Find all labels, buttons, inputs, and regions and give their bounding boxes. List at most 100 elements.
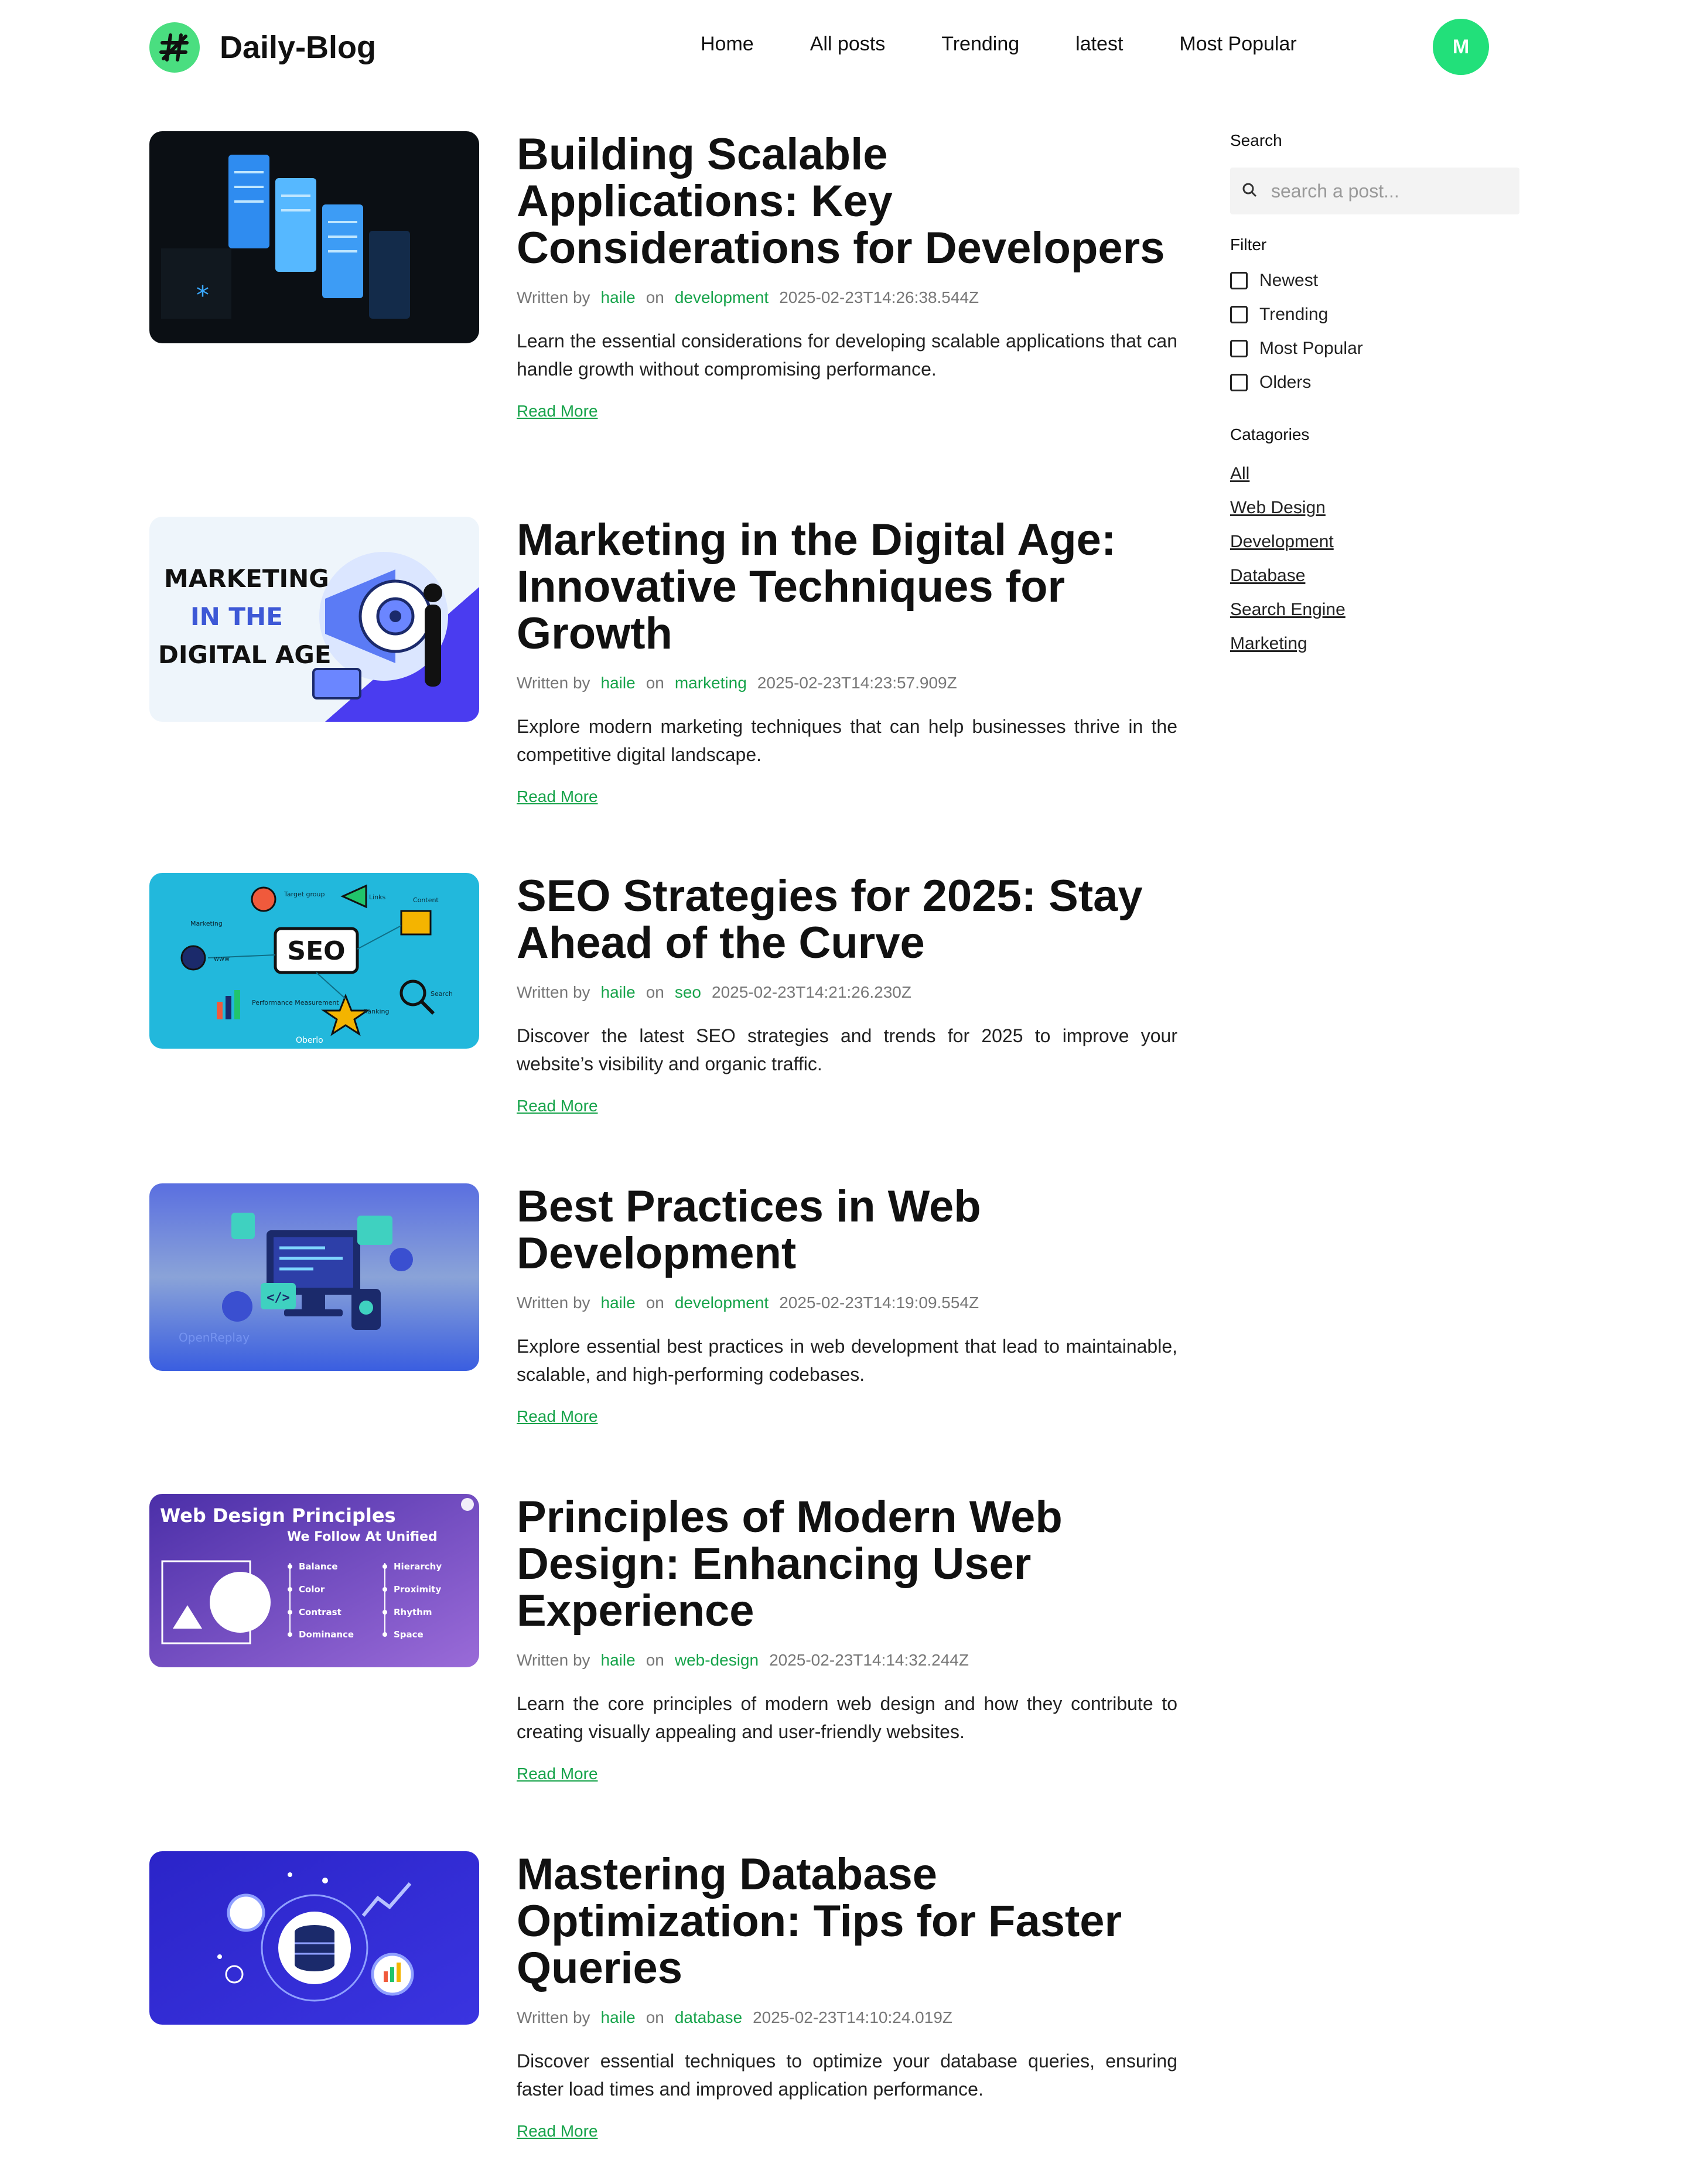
filter-label-text: Olders [1259,373,1312,392]
post-meta: Written by haile on seo 2025-02-23T14:21:26.… [517,983,1177,1002]
on-label: on [646,1651,664,1669]
thumb-text: Rhythm [394,1607,432,1617]
post-thumbnail-database[interactable] [149,1851,479,2025]
filter-label-text: Trending [1259,305,1329,324]
thumb-text: Performance Measurement [252,999,339,1006]
category-marketing[interactable]: Marketing [1230,634,1519,654]
brand-logo[interactable]: Daily-Blog [149,22,376,73]
post-category[interactable]: seo [675,983,701,1001]
post-meta: Written by haile on development 2025-02-23T1… [517,1294,1177,1312]
read-more-link[interactable]: Read More [517,2122,598,2141]
brand-name: Daily-Blog [220,30,377,65]
categories-label: Catagories [1230,425,1310,443]
post-title[interactable]: Marketing in the Digital Age: Innovative… [517,517,1177,657]
nav-home[interactable]: Home [701,33,754,56]
thumb-text: MARKETING [164,564,329,593]
post-thumbnail-webdev[interactable]: </> OpenReplay [149,1183,479,1371]
post-thumbnail-servers[interactable]: * [149,131,479,343]
post-thumbnail-marketing[interactable]: MARKETING IN THE DIGITAL AGE [149,517,479,722]
category-search-engine[interactable]: Search Engine [1230,600,1519,620]
main-nav: Home All posts Trending latest Most Popu… [701,33,1297,56]
nav-all-posts[interactable]: All posts [810,33,886,56]
post-excerpt: Explore essential best practices in web … [517,1336,1177,1385]
post-title[interactable]: Principles of Modern Web Design: Enhanci… [517,1494,1177,1634]
post-meta: Written by haile on marketing 2025-02-23T14:… [517,674,1177,692]
post-category[interactable]: database [675,2008,742,2026]
post-title[interactable]: Mastering Database Optimization: Tips fo… [517,1851,1177,1992]
post-author[interactable]: haile [601,674,636,692]
post-category[interactable]: development [675,1294,769,1312]
filter-label-text: Most Popular [1259,339,1363,358]
post-body: Building Scalable Applications: Key Cons… [517,131,1177,421]
filter-label: Filter [1230,236,1267,254]
post-title[interactable]: Building Scalable Applications: Key Cons… [517,131,1177,272]
filter-olders[interactable]: Olders [1230,373,1519,393]
category-development[interactable]: Development [1230,532,1519,552]
checkbox[interactable] [1230,340,1248,357]
post-body: Marketing in the Digital Age: Innovative… [517,517,1177,806]
thumb-text: Proximity [394,1584,441,1595]
search-label: Search [1230,131,1282,149]
post-author[interactable]: haile [601,1294,636,1312]
read-more-link[interactable]: Read More [517,787,598,806]
thumb-text: Oberlo [296,1036,323,1045]
filter-newest[interactable]: Newest [1230,271,1519,291]
thumb-text: Space [394,1629,424,1640]
post-date: 2025-02-23T14:21:26.230Z [712,983,911,1001]
filter-trending[interactable]: Trending [1230,305,1519,325]
thumb-text: Balance [299,1561,338,1572]
post-author[interactable]: haile [601,288,636,306]
nav-latest[interactable]: latest [1075,33,1123,56]
category-web-design[interactable]: Web Design [1230,498,1519,518]
thumb-text: Marketing [190,920,223,927]
on-label: on [646,1294,664,1312]
post-thumbnail-seo[interactable]: SEO Marketing Target group Links Content… [149,873,479,1049]
post-body: Principles of Modern Web Design: Enhanci… [517,1494,1177,1783]
checkbox[interactable] [1230,272,1248,289]
post-author[interactable]: haile [601,1651,636,1669]
post-body: Best Practices in Web Development Writte… [517,1183,1177,1426]
post-category[interactable]: marketing [675,674,747,692]
written-by-label: Written by [517,674,590,692]
checkbox[interactable] [1230,374,1248,391]
search-box[interactable] [1230,168,1519,214]
post-date: 2025-02-23T14:19:09.554Z [779,1294,979,1312]
post-date: 2025-02-23T14:23:57.909Z [757,674,957,692]
post-excerpt: Learn the essential considerations for d… [517,330,1177,380]
thumb-text: We Follow At Unified [287,1530,438,1544]
category-list: All Web Design Development Database Sear… [1230,464,1519,654]
thumb-text: OpenReplay [179,1330,250,1344]
thumb-text: IN THE [190,602,283,631]
category-database[interactable]: Database [1230,566,1519,586]
checkbox[interactable] [1230,306,1248,323]
read-more-link[interactable]: Read More [517,1765,598,1783]
read-more-link[interactable]: Read More [517,402,598,421]
post-title[interactable]: SEO Strategies for 2025: Stay Ahead of t… [517,873,1177,967]
post-thumbnail-webdesign[interactable]: Web Design Principles We Follow At Unifi… [149,1494,479,1667]
post-title[interactable]: Best Practices in Web Development [517,1183,1177,1277]
thumb-text: Contrast [299,1607,342,1617]
site-header: Daily-Blog Home All posts Trending lates… [0,0,1687,94]
search-input[interactable] [1271,180,1505,202]
category-all[interactable]: All [1230,464,1519,484]
post-author[interactable]: haile [601,983,636,1001]
filter-list: Newest Trending Most Popular Olders [1230,271,1519,393]
post-body: Mastering Database Optimization: Tips fo… [517,1851,1177,2141]
nav-trending[interactable]: Trending [941,33,1019,56]
post-author[interactable]: haile [601,2008,636,2026]
user-avatar[interactable]: M [1433,19,1489,75]
thumb-text: </> [267,1291,290,1305]
on-label: on [646,288,664,306]
post-category[interactable]: web-design [675,1651,759,1669]
post-meta: Written by haile on database 2025-02-23T14:1… [517,2008,1177,2027]
read-more-link[interactable]: Read More [517,1097,598,1115]
post-excerpt: Discover essential techniques to optimiz… [517,2050,1177,2100]
post-excerpt: Learn the core principles of modern web … [517,1693,1177,1742]
read-more-link[interactable]: Read More [517,1407,598,1426]
thumb-text: SEO [287,936,345,966]
nav-most-popular[interactable]: Most Popular [1179,33,1296,56]
thumb-text: DIGITAL AGE [158,640,332,669]
filter-most-popular[interactable]: Most Popular [1230,339,1519,359]
post-category[interactable]: development [675,288,769,306]
thumb-text: Web Design Principles [160,1504,396,1527]
